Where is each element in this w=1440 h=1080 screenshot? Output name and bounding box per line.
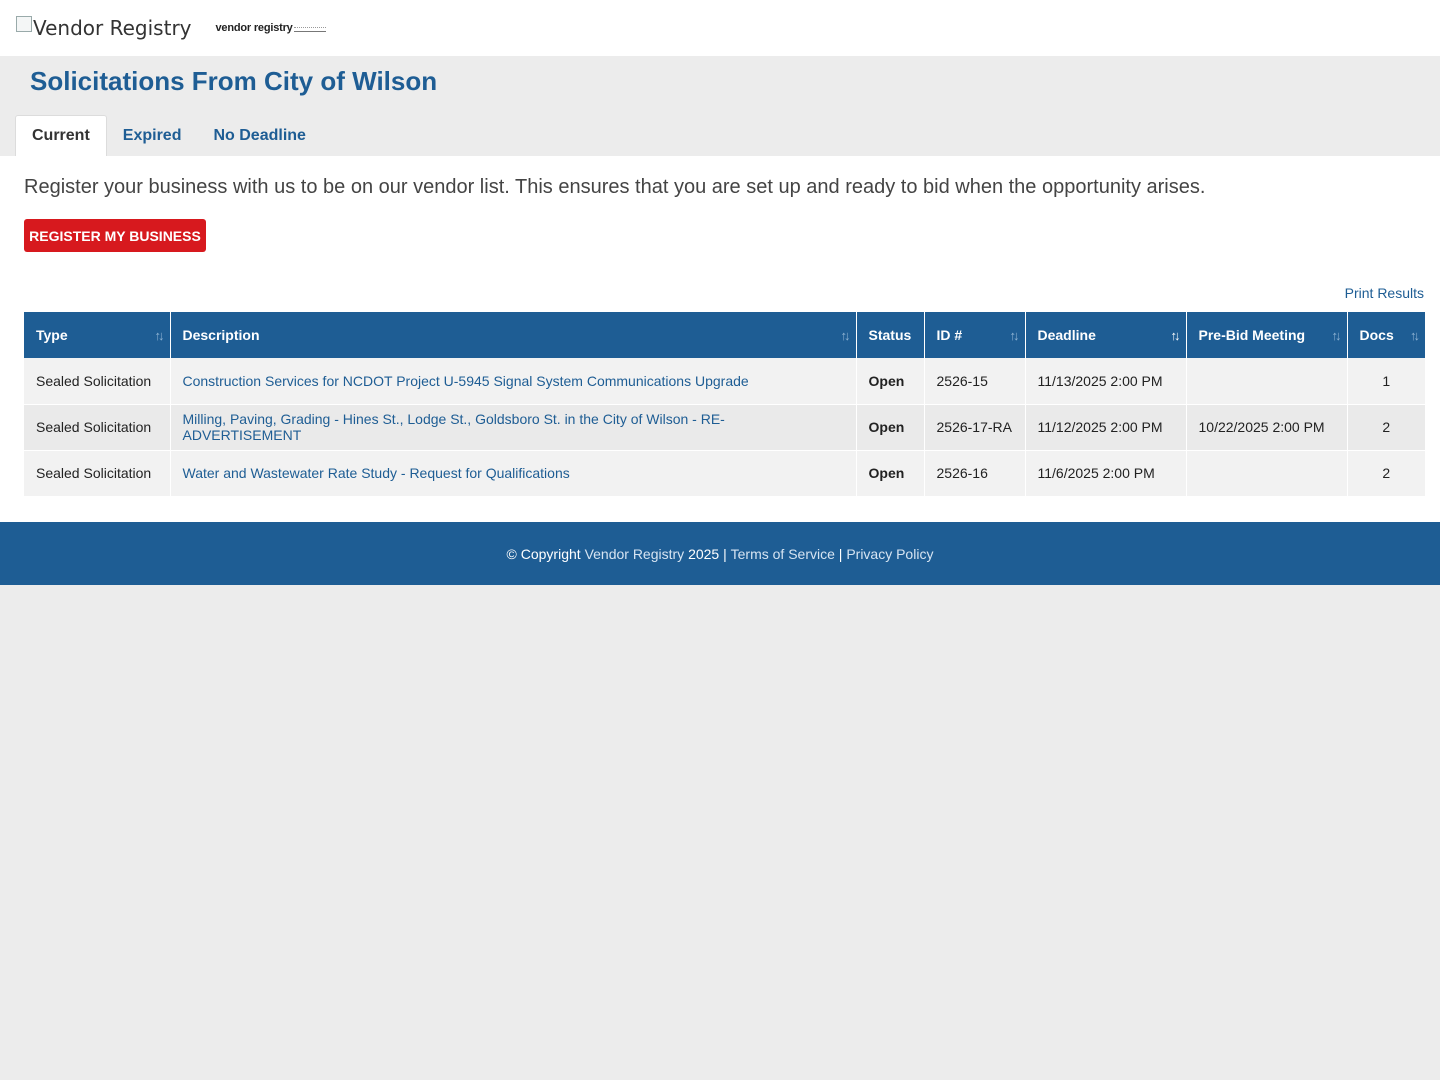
column-header-deadline[interactable]: Deadline ↑↓ — [1025, 312, 1187, 358]
table-row: Sealed Solicitation Water and Wastewater… — [24, 450, 1425, 497]
logo-tagline-mark — [293, 27, 326, 32]
top-bar: Vendor Registry vendor registry — [0, 0, 1440, 56]
tab-expired[interactable]: Expired — [107, 115, 198, 156]
cell-description: Milling, Paving, Grading - Hines St., Lo… — [170, 404, 857, 451]
column-header-status[interactable]: Status — [856, 312, 925, 358]
table-row: Sealed Solicitation Construction Service… — [24, 358, 1425, 405]
privacy-policy-link[interactable]: Privacy Policy — [846, 546, 933, 562]
sort-icon: ↑↓ — [1331, 328, 1342, 343]
sort-icon: ↑↓ — [1009, 328, 1020, 343]
solicitation-link[interactable]: Construction Services for NCDOT Project … — [183, 373, 749, 389]
broken-image-icon — [16, 16, 32, 32]
solicitations-panel: Register your business with us to be on … — [0, 156, 1440, 522]
cell-prebid: 10/22/2025 2:00 PM — [1186, 404, 1348, 451]
register-business-button[interactable]: REGISTER MY BUSINESS — [24, 219, 206, 252]
table-header-row: Type ↑↓ Description ↑↓ Status ID # ↑↓ Deadl… — [24, 312, 1425, 358]
cell-prebid — [1186, 450, 1348, 497]
cell-deadline: 11/12/2025 2:00 PM — [1025, 404, 1187, 451]
cell-status: Open — [856, 450, 925, 497]
solicitations-table: Type ↑↓ Description ↑↓ Status ID # ↑↓ Deadl… — [24, 312, 1425, 497]
column-header-prebid[interactable]: Pre-Bid Meeting ↑↓ — [1186, 312, 1348, 358]
column-header-type[interactable]: Type ↑↓ — [24, 312, 171, 358]
sort-icon: ↑↓ — [840, 328, 851, 343]
cell-id: 2526-17-RA — [924, 404, 1026, 451]
tab-bar: Current Expired No Deadline — [15, 115, 322, 156]
cell-docs: 1 — [1347, 358, 1425, 405]
footer: © Copyright Vendor Registry 2025 | Terms… — [0, 522, 1440, 585]
vendor-registry-link[interactable]: Vendor Registry — [585, 546, 685, 562]
solicitation-link[interactable]: Water and Wastewater Rate Study - Reques… — [183, 465, 570, 481]
solicitation-link[interactable]: Milling, Paving, Grading - Hines St., Lo… — [183, 411, 725, 443]
column-header-docs[interactable]: Docs ↑↓ — [1347, 312, 1425, 358]
cell-type: Sealed Solicitation — [24, 358, 171, 405]
cell-docs: 2 — [1347, 450, 1425, 497]
cell-id: 2526-16 — [924, 450, 1026, 497]
cell-type: Sealed Solicitation — [24, 404, 171, 451]
copyright-year: 2025 — [688, 545, 720, 562]
heading-area: Solicitations From City of Wilson Curren… — [0, 56, 1440, 156]
cell-docs: 2 — [1347, 404, 1425, 451]
cell-description: Construction Services for NCDOT Project … — [170, 358, 857, 405]
cell-status: Open — [856, 358, 925, 405]
cell-type: Sealed Solicitation — [24, 450, 171, 497]
intro-text: Register your business with us to be on … — [24, 176, 1206, 198]
cell-deadline: 11/13/2025 2:00 PM — [1025, 358, 1187, 405]
footer-separator: | — [723, 545, 727, 562]
copyright-text: © Copyright — [506, 545, 581, 562]
cell-status: Open — [856, 404, 925, 451]
sort-active-icon: ↑↓ — [1170, 328, 1181, 343]
sort-icon: ↑↓ — [1410, 328, 1420, 343]
cell-prebid — [1186, 358, 1348, 405]
terms-of-service-link[interactable]: Terms of Service — [731, 546, 835, 562]
cell-id: 2526-15 — [924, 358, 1026, 405]
logo-mark-text: vendor registry — [215, 22, 293, 34]
vendor-registry-logo: vendor registry — [216, 22, 326, 34]
sort-icon: ↑↓ — [154, 328, 165, 343]
footer-separator: | — [838, 545, 843, 562]
table-row: Sealed Solicitation Milling, Paving, Gra… — [24, 404, 1425, 451]
logo-broken-image[interactable]: Vendor Registry — [16, 16, 192, 40]
tab-no-deadline[interactable]: No Deadline — [197, 115, 321, 156]
tab-current[interactable]: Current — [15, 115, 107, 156]
logo-alt-text: Vendor Registry — [33, 16, 192, 40]
column-header-description[interactable]: Description ↑↓ — [170, 312, 857, 358]
cell-deadline: 11/6/2025 2:00 PM — [1025, 450, 1187, 497]
page-title: Solicitations From City of Wilson — [30, 66, 438, 96]
cell-description: Water and Wastewater Rate Study - Reques… — [170, 450, 857, 497]
column-header-id[interactable]: ID # ↑↓ — [924, 312, 1026, 358]
print-results-link[interactable]: Print Results — [1345, 285, 1424, 301]
